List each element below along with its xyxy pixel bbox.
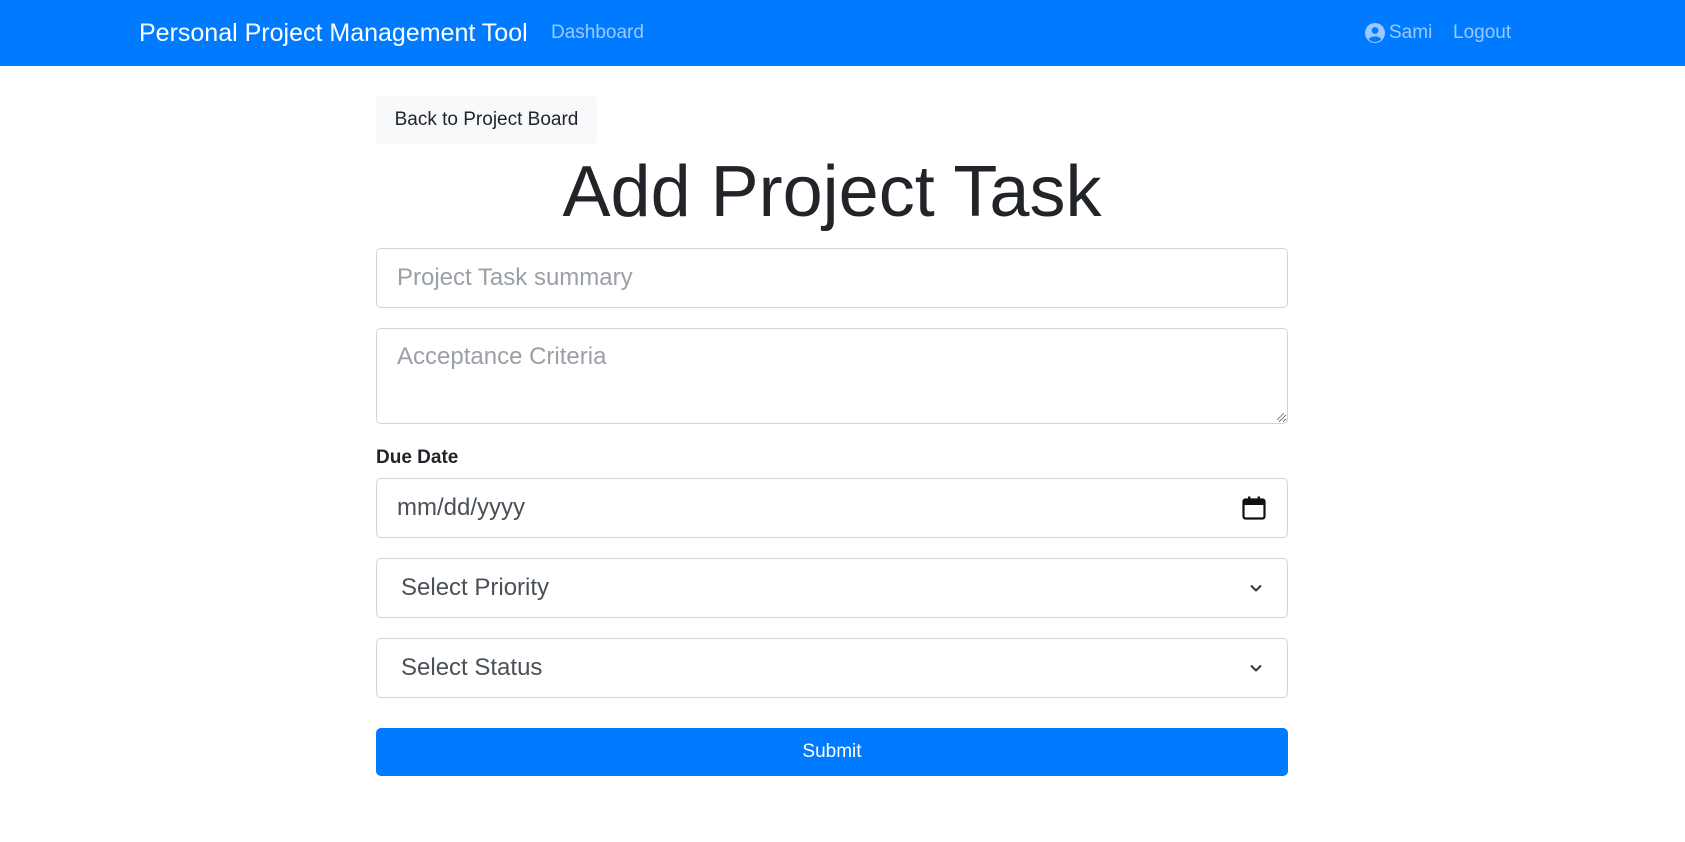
calendar-icon[interactable] bbox=[1241, 495, 1267, 521]
status-selected-value: Select Status bbox=[401, 654, 543, 681]
nav-user-link[interactable]: Sami bbox=[1365, 20, 1432, 46]
chevron-down-icon bbox=[1250, 585, 1262, 592]
back-to-board-button[interactable]: Back to Project Board bbox=[376, 96, 597, 144]
priority-selected-value: Select Priority bbox=[401, 574, 550, 601]
priority-select[interactable]: Select Priority bbox=[376, 558, 1288, 618]
resize-handle-icon[interactable] bbox=[1275, 411, 1285, 421]
navbar: Personal Project Management Tool Dashboa… bbox=[0, 0, 1685, 66]
status-select[interactable]: Select Status bbox=[376, 638, 1288, 698]
user-circle-icon bbox=[1365, 23, 1385, 43]
nav-user-name: Sami bbox=[1389, 22, 1433, 43]
brand-link[interactable]: Personal Project Management Tool bbox=[139, 17, 528, 49]
page-title: Add Project Task bbox=[562, 152, 1102, 232]
due-date-label: Due Date bbox=[376, 447, 459, 468]
chevron-down-icon bbox=[1250, 665, 1262, 672]
acceptance-criteria-textarea[interactable] bbox=[376, 328, 1288, 424]
submit-button[interactable]: Submit bbox=[376, 728, 1288, 776]
summary-input[interactable] bbox=[376, 248, 1288, 308]
due-date-placeholder: mm/dd/yyyy bbox=[397, 494, 526, 521]
nav-dashboard-link[interactable]: Dashboard bbox=[551, 20, 644, 46]
nav-logout-link[interactable]: Logout bbox=[1453, 20, 1511, 46]
due-date-input[interactable]: mm/dd/yyyy bbox=[376, 478, 1288, 538]
